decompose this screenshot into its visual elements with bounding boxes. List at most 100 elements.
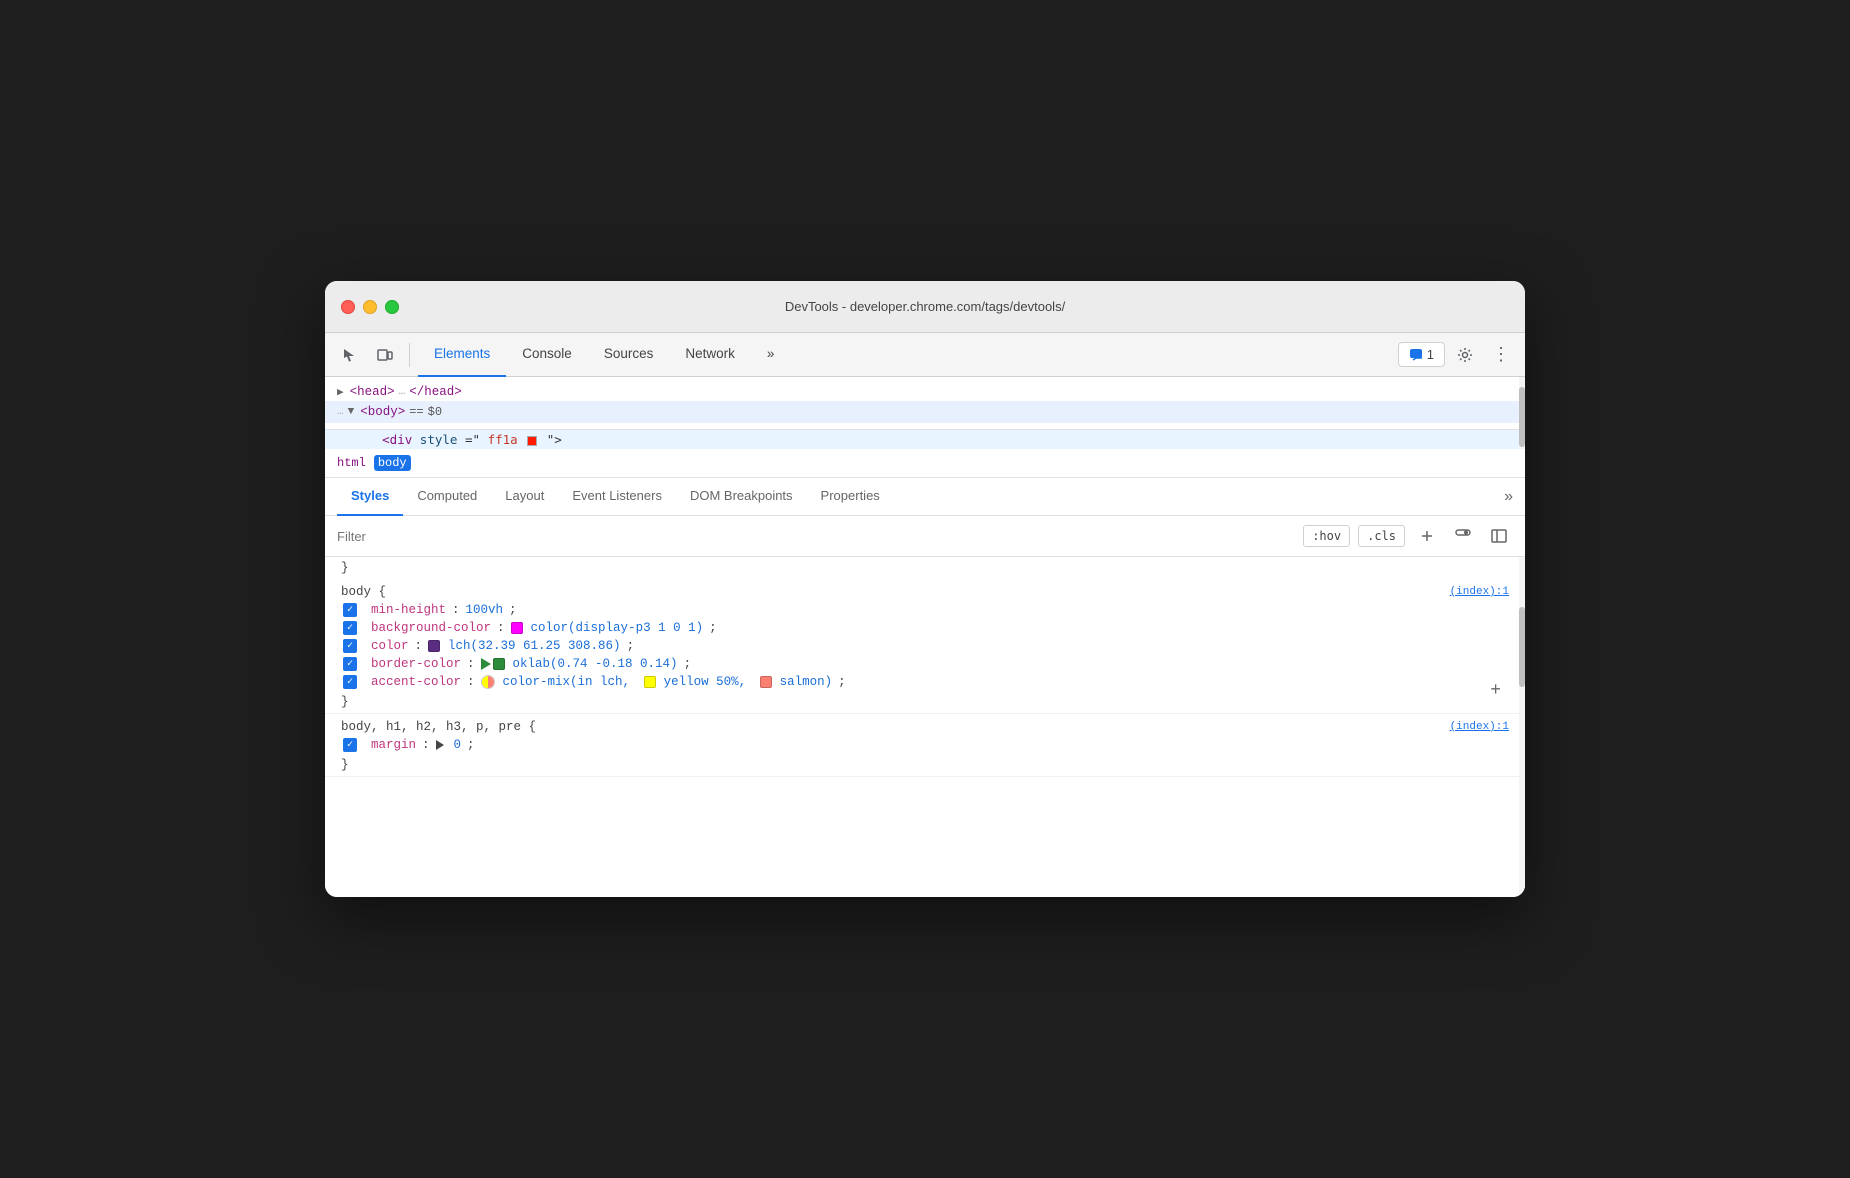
border-color-swatch[interactable] xyxy=(493,658,505,670)
tab-layout[interactable]: Layout xyxy=(491,478,558,516)
color-mix-right xyxy=(488,676,494,688)
checkbox-color[interactable]: ✓ xyxy=(343,639,357,653)
prop-name-color: color xyxy=(371,639,409,653)
attr-style: style xyxy=(420,432,458,447)
tab-computed[interactable]: Computed xyxy=(403,478,491,516)
title-bar: DevTools - developer.chrome.com/tags/dev… xyxy=(325,281,1525,333)
prop-value-min-height[interactable]: 100vh xyxy=(466,603,504,617)
traffic-lights xyxy=(341,300,399,314)
device-icon xyxy=(377,347,393,363)
tab-network[interactable]: Network xyxy=(669,333,751,377)
body-headings-rule-block: body, h1, h2, h3, p, pre { (index):1 ✓ m… xyxy=(325,714,1525,777)
styles-panel-tabs: Styles Computed Layout Event Listeners D… xyxy=(325,478,1525,516)
tab-console[interactable]: Console xyxy=(506,333,588,377)
body-headings-source[interactable]: (index):1 xyxy=(1450,721,1509,733)
tab-more[interactable]: » xyxy=(751,333,791,377)
prop-value-border-color[interactable]: oklab(0.74 -0.18 0.14) xyxy=(513,657,678,671)
body-rule-header: body { (index):1 xyxy=(325,579,1525,601)
yellow-swatch[interactable] xyxy=(644,676,656,688)
dom-scrollbar-thumb[interactable] xyxy=(1519,387,1525,447)
maximize-button[interactable] xyxy=(385,300,399,314)
body-line[interactable]: … ▼ <body> == $0 xyxy=(325,401,1525,423)
breadcrumb-bar: html body xyxy=(325,449,1525,478)
more-options-button[interactable]: ⋮ xyxy=(1485,339,1517,371)
plus-icon xyxy=(1420,529,1434,543)
prop-value-salmon: salmon) xyxy=(780,675,833,689)
prop-name-accent-color: accent-color xyxy=(371,675,461,689)
prop-min-height: ✓ min-height : 100vh ; xyxy=(325,601,1525,619)
breadcrumb-html[interactable]: html xyxy=(337,456,366,470)
prop-color: ✓ color : lch(32.39 61.25 308.86) ; xyxy=(325,637,1525,655)
tab-dom-breakpoints[interactable]: DOM Breakpoints xyxy=(676,478,807,516)
more-options-icon: ⋮ xyxy=(1492,344,1510,365)
hov-button[interactable]: :hov xyxy=(1303,525,1350,547)
styles-tabs-more[interactable]: » xyxy=(1504,488,1513,506)
attr-text: <div xyxy=(382,432,412,447)
notification-button[interactable]: 1 xyxy=(1398,342,1445,367)
body-headings-selector: body, h1, h2, h3, p, pre { xyxy=(341,720,536,734)
body-rule-close: } xyxy=(325,691,1525,713)
toolbar-tabs: Elements Console Sources Network » xyxy=(418,333,1394,377)
margin-expand-arrow[interactable] xyxy=(436,740,444,750)
dom-panel-wrapper: ▶ <head> … </head> … ▼ <body> == $0 <div… xyxy=(325,377,1525,449)
tab-event-listeners[interactable]: Event Listeners xyxy=(558,478,676,516)
body-source[interactable]: (index):1 xyxy=(1450,586,1509,598)
tab-properties[interactable]: Properties xyxy=(807,478,894,516)
prev-rule-close: } xyxy=(325,557,1525,579)
add-style-button[interactable]: + xyxy=(1490,681,1501,701)
prop-value-margin[interactable]: 0 xyxy=(454,738,462,752)
css-panel-scrollbar-thumb[interactable] xyxy=(1519,607,1525,687)
close-button[interactable] xyxy=(341,300,355,314)
body-headings-rule-header: body, h1, h2, h3, p, pre { (index):1 xyxy=(325,714,1525,736)
cls-button[interactable]: .cls xyxy=(1358,525,1405,547)
toggle-button[interactable] xyxy=(1449,522,1477,550)
expand-arrow-head: ▶ xyxy=(337,385,344,399)
border-color-triangle xyxy=(481,658,491,670)
prop-border-color: ✓ border-color : oklab(0.74 -0.18 0.14) … xyxy=(325,655,1525,673)
dom-scrollbar[interactable] xyxy=(1519,377,1525,449)
expand-arrow-body: ▼ xyxy=(348,406,355,418)
checkbox-border-color[interactable]: ✓ xyxy=(343,657,357,671)
element-picker-button[interactable] xyxy=(333,339,365,371)
tab-sources[interactable]: Sources xyxy=(588,333,670,377)
devtools-toolbar: Elements Console Sources Network » 1 xyxy=(325,333,1525,377)
prop-value-accent-color[interactable]: color-mix(in lch, xyxy=(503,675,638,689)
body-eq: == xyxy=(409,405,423,419)
prop-name-bg-color: background-color xyxy=(371,621,491,635)
head-tag-open: <head> xyxy=(350,385,395,399)
checkbox-bg-color[interactable]: ✓ xyxy=(343,621,357,635)
prop-value-yellow: yellow 50%, xyxy=(664,675,754,689)
bg-color-swatch[interactable] xyxy=(511,622,523,634)
css-panel-scrollbar[interactable] xyxy=(1519,557,1525,897)
inline-color-swatch xyxy=(527,436,537,446)
add-rule-button[interactable] xyxy=(1413,522,1441,550)
border-color-swatch-wrapper[interactable] xyxy=(481,658,505,670)
cursor-icon xyxy=(341,347,357,363)
notification-count: 1 xyxy=(1427,347,1434,362)
head-ellipsis: … xyxy=(399,386,406,398)
checkbox-min-height[interactable]: ✓ xyxy=(343,603,357,617)
prop-accent-color: ✓ accent-color : color-mix(in lch, yello… xyxy=(325,673,1525,691)
prop-value-color[interactable]: lch(32.39 61.25 308.86) xyxy=(448,639,621,653)
head-line[interactable]: ▶ <head> … </head> xyxy=(337,383,1513,401)
prop-name-border-color: border-color xyxy=(371,657,461,671)
device-toggle-button[interactable] xyxy=(369,339,401,371)
toggle-icon xyxy=(1455,529,1471,543)
salmon-swatch[interactable] xyxy=(760,676,772,688)
body-dollar: $0 xyxy=(428,405,442,419)
breadcrumb-body[interactable]: body xyxy=(374,455,411,471)
checkbox-margin[interactable]: ✓ xyxy=(343,738,357,752)
body-tag-open: <body> xyxy=(360,405,405,419)
tab-styles[interactable]: Styles xyxy=(337,478,403,516)
accent-color-swatch[interactable] xyxy=(481,675,495,689)
minimize-button[interactable] xyxy=(363,300,377,314)
filter-input[interactable] xyxy=(337,529,1295,544)
prop-name-margin: margin xyxy=(371,738,416,752)
sidebar-toggle-button[interactable] xyxy=(1485,522,1513,550)
tab-elements[interactable]: Elements xyxy=(418,333,506,377)
checkbox-accent-color[interactable]: ✓ xyxy=(343,675,357,689)
settings-button[interactable] xyxy=(1449,339,1481,371)
filter-bar: :hov .cls xyxy=(325,516,1525,557)
color-swatch[interactable] xyxy=(428,640,440,652)
prop-value-bg-color[interactable]: color(display-p3 1 0 1) xyxy=(531,621,704,635)
